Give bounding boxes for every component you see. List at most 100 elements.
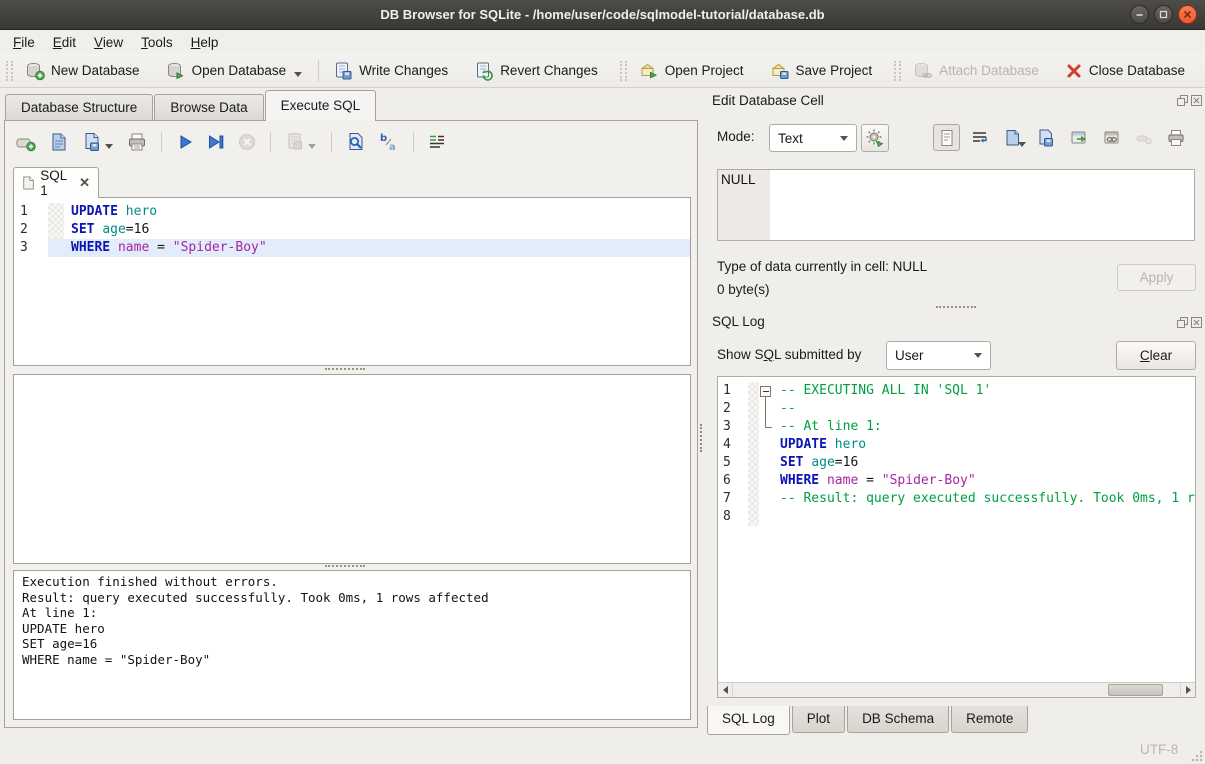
edit-cell-dock-controls (1177, 95, 1202, 106)
toolbar-drag-handle[interactable] (6, 61, 13, 81)
open-database-button[interactable]: Open Database (160, 58, 311, 84)
find-icon (345, 131, 367, 153)
tab-execute-sql[interactable]: Execute SQL (265, 90, 377, 121)
import-dropdown-caret[interactable] (1018, 142, 1026, 147)
fold-marker-icon (759, 400, 774, 418)
execution-message-pane[interactable]: Execution finished without errors. Resul… (13, 570, 691, 720)
resize-grip[interactable] (1191, 750, 1203, 762)
splitter-handle[interactable] (936, 306, 976, 310)
text-document-icon (937, 128, 957, 148)
new-database-button[interactable]: New Database (19, 58, 146, 84)
scroll-left-icon (723, 686, 728, 694)
sql-tab-close-icon[interactable]: ✕ (79, 175, 90, 191)
menu-edit[interactable]: Edit (44, 33, 85, 52)
close-database-icon (1065, 62, 1083, 80)
find-replace-button[interactable] (345, 131, 367, 153)
encoding-indicator[interactable]: UTF-8 (1140, 742, 1178, 757)
tab-sql-log[interactable]: SQL Log (707, 706, 790, 735)
float-panel-icon[interactable] (1177, 317, 1188, 328)
scrollbar-thumb[interactable] (1108, 684, 1163, 696)
cell-value: NULL (721, 172, 756, 187)
sql-editor-tab[interactable]: SQL 1 ✕ (13, 167, 99, 198)
print-icon (126, 131, 148, 153)
text-mode-toggle-button[interactable] (933, 124, 960, 151)
mode-select[interactable]: Text (769, 124, 857, 152)
open-sql-file-button[interactable] (48, 131, 70, 153)
word-wrap-button[interactable] (427, 132, 447, 152)
print-cell-button[interactable] (1162, 124, 1189, 151)
close-database-button[interactable]: Close Database (1059, 59, 1191, 83)
word-wrap-cell-button[interactable] (966, 124, 993, 151)
mode-label: Mode: (717, 129, 755, 144)
close-panel-icon[interactable] (1191, 95, 1202, 106)
open-in-external-button[interactable] (1065, 124, 1092, 151)
menu-file[interactable]: File (4, 33, 44, 52)
auto-mode-gear-button[interactable] (861, 124, 889, 152)
cell-size-info: 0 byte(s) (717, 282, 770, 297)
save-project-button[interactable]: Save Project (764, 58, 879, 84)
sql-editor[interactable]: 1UPDATE hero2SET age=163WHERE name = "Sp… (13, 197, 691, 366)
clear-log-button[interactable]: Clear (1116, 341, 1196, 370)
auto-format-icon: ba (378, 131, 400, 153)
scroll-right-button[interactable] (1180, 683, 1195, 697)
save-project-label: Save Project (796, 63, 873, 78)
title-bar[interactable]: DB Browser for SQLite - /home/user/code/… (0, 0, 1205, 30)
maximize-icon (1159, 10, 1168, 19)
attach-database-button[interactable]: Attach Database (907, 58, 1045, 84)
menu-view[interactable]: View (85, 33, 132, 52)
stop-execution-button[interactable] (237, 132, 257, 152)
panel-splitter-handle[interactable] (700, 424, 704, 452)
tab-remote[interactable]: Remote (951, 706, 1028, 733)
minimize-button[interactable] (1130, 5, 1149, 24)
print-sql-button[interactable] (126, 131, 148, 153)
save-sql-dropdown-caret[interactable] (105, 144, 113, 149)
toolbar-drag-handle[interactable] (894, 61, 901, 81)
word-wrap-arrow-icon (970, 128, 990, 148)
tab-db-schema[interactable]: DB Schema (847, 706, 949, 733)
save-results-dropdown-caret[interactable] (308, 144, 316, 149)
tab-database-structure[interactable]: Database Structure (5, 94, 153, 121)
menu-help[interactable]: Help (182, 33, 228, 52)
splitter-handle[interactable] (325, 368, 365, 372)
export-cell-data-button[interactable] (1032, 124, 1059, 151)
execute-all-button[interactable] (175, 132, 195, 152)
auto-format-button[interactable]: ba (378, 131, 400, 153)
write-changes-button[interactable]: Write Changes (327, 58, 454, 84)
cell-value-editor[interactable]: NULL (717, 169, 1195, 241)
open-project-icon (639, 61, 659, 81)
scroll-left-button[interactable] (718, 683, 733, 697)
save-results-button[interactable] (284, 131, 318, 153)
submitter-select[interactable]: User (886, 341, 991, 370)
revert-changes-icon (474, 61, 494, 81)
import-cell-data-button[interactable] (999, 124, 1026, 151)
sql-log-view[interactable]: 1-- EXECUTING ALL IN 'SQL 1'2--3-- At li… (717, 376, 1196, 698)
chevron-down-icon (974, 353, 982, 358)
maximize-button[interactable] (1154, 5, 1173, 24)
menu-tools[interactable]: Tools (132, 33, 182, 52)
close-panel-icon[interactable] (1191, 317, 1202, 328)
apply-button[interactable]: Apply (1117, 264, 1196, 291)
horizontal-scrollbar[interactable] (718, 682, 1195, 697)
revert-changes-button[interactable]: Revert Changes (468, 58, 604, 84)
word-wrap-icon (427, 132, 447, 152)
open-database-dropdown-caret[interactable] (294, 72, 302, 77)
save-sql-file-button[interactable] (81, 131, 115, 153)
code-line: 5SET age=16 (718, 454, 1195, 472)
tab-browse-data[interactable]: Browse Data (154, 94, 263, 121)
close-button[interactable] (1178, 5, 1197, 24)
execution-message-text: Execution finished without errors. Resul… (14, 571, 690, 670)
splitter-handle[interactable] (325, 565, 365, 569)
submitter-select-value: User (895, 348, 924, 363)
execute-current-line-button[interactable] (206, 132, 226, 152)
set-null-button[interactable] (1130, 124, 1157, 151)
copy-link-button[interactable] (1098, 124, 1125, 151)
sql-toolbar: ba (15, 129, 447, 155)
toolbar-drag-handle[interactable] (620, 61, 627, 81)
float-panel-icon[interactable] (1177, 95, 1188, 106)
new-sql-tab-button[interactable] (15, 131, 37, 153)
code-line: 2-- (718, 400, 1195, 418)
open-project-button[interactable]: Open Project (633, 58, 750, 84)
results-pane[interactable] (13, 374, 691, 564)
tab-plot[interactable]: Plot (792, 706, 845, 733)
new-database-icon (25, 61, 45, 81)
